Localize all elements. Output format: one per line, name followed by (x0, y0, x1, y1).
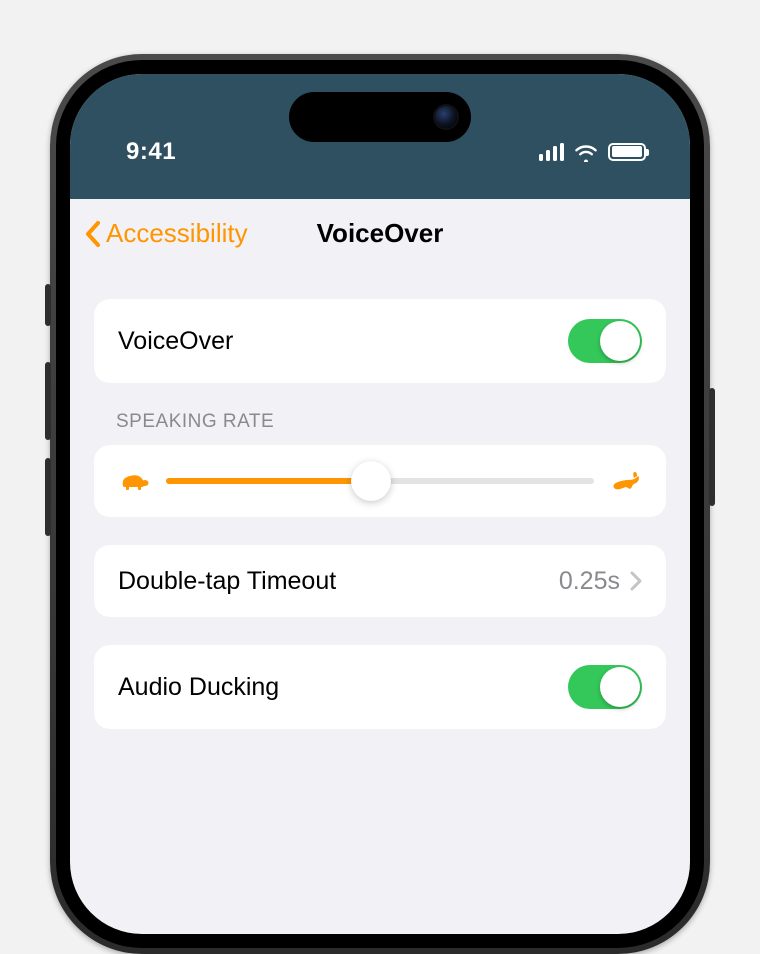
tortoise-icon (118, 470, 150, 492)
speaking-rate-slider[interactable] (166, 478, 594, 484)
double-tap-timeout-row[interactable]: Double-tap Timeout 0.25s (94, 545, 666, 617)
voiceover-toggle[interactable] (568, 319, 642, 363)
audio-ducking-label: Audio Ducking (118, 673, 279, 702)
phone-frame: 9:41 (50, 54, 710, 954)
hare-icon (610, 470, 642, 492)
cellular-signal-icon (539, 143, 565, 161)
dynamic-island (289, 92, 471, 142)
speaking-rate-header: SPEAKING RATE (94, 411, 666, 445)
speaking-rate-row (94, 445, 666, 517)
page-title: VoiceOver (317, 218, 444, 249)
screen: 9:41 (70, 74, 690, 934)
audio-ducking-toggle[interactable] (568, 665, 642, 709)
camera-icon (435, 106, 457, 128)
audio-ducking-row: Audio Ducking (94, 645, 666, 729)
chevron-right-icon (630, 571, 642, 591)
wifi-icon (573, 142, 599, 162)
nav-bar: Accessibility VoiceOver (70, 199, 690, 269)
back-button[interactable]: Accessibility (70, 218, 248, 249)
double-tap-label: Double-tap Timeout (118, 567, 336, 596)
back-label: Accessibility (106, 218, 248, 249)
chevron-left-icon (84, 220, 102, 248)
voiceover-row: VoiceOver (94, 299, 666, 383)
double-tap-value: 0.25s (559, 567, 620, 596)
voiceover-label: VoiceOver (118, 327, 233, 356)
status-time: 9:41 (126, 138, 176, 166)
battery-icon (608, 143, 646, 161)
